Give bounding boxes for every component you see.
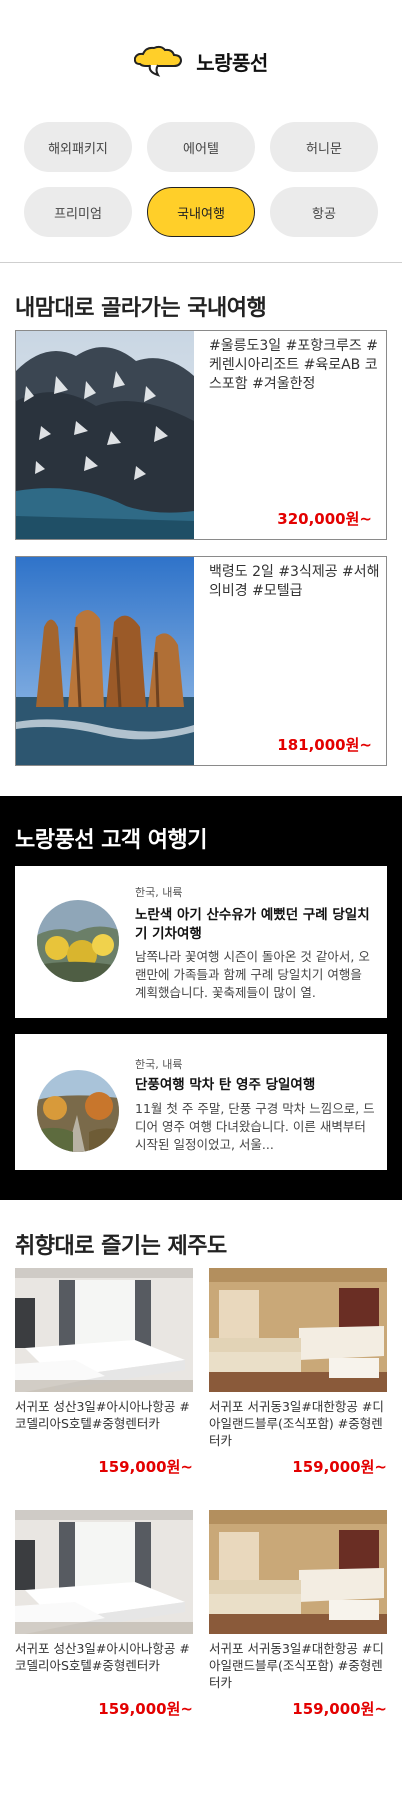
category-flight[interactable]: 항공 xyxy=(270,187,378,237)
review-region: 한국, 내륙 xyxy=(135,886,183,899)
category-honeymoon[interactable]: 허니문 xyxy=(270,122,378,172)
domestic-product-card[interactable]: 백령도 2일 #3식제공 #서해의비경 #모텔급 181,000원~ xyxy=(15,556,387,766)
product-price: 159,000원~ xyxy=(292,1700,387,1718)
product-price: 159,000원~ xyxy=(292,1458,387,1476)
review-card[interactable]: 한국, 내륙 단풍여행 막차 탄 영주 당일여행 11월 첫 주 주말, 단풍 … xyxy=(15,1034,387,1170)
review-excerpt: 남쪽나라 꽃여행 시즌이 돌아온 것 같아서, 오랜만에 가족들과 함께 구례 … xyxy=(135,949,370,1000)
domestic-section-title: 내맘대로 골라가는 국내여행 xyxy=(15,296,267,321)
ulleungdo-photo xyxy=(16,331,194,539)
jeju-product-card[interactable]: 서귀포 성산3일#아시아나항공 #코델리아S호텔#중형렌터카 159,000원~ xyxy=(15,1510,193,1740)
product-description: 서귀포 성산3일#아시아나항공 #코델리아S호텔#중형렌터카 xyxy=(15,1641,190,1673)
product-price: 181,000원~ xyxy=(277,736,372,754)
product-price: 159,000원~ xyxy=(98,1700,193,1718)
product-tags: #울릉도3일 #포항크루즈 #케렌시아리조트 #육로AB 코스포함 #겨울한정 xyxy=(209,338,378,392)
review-section-title: 노랑풍선 고객 여행기 xyxy=(15,828,207,853)
product-description: 서귀포 서귀동3일#대한항공 #디아일랜드블루(조식포함) #중형렌터카 xyxy=(209,1399,384,1448)
category-domestic[interactable]: 국내여행 xyxy=(147,187,255,237)
jeju-product-card[interactable]: 서귀포 성산3일#아시아나항공 #코델리아S호텔#중형렌터카 159,000원~ xyxy=(15,1268,193,1498)
review-region: 한국, 내륙 xyxy=(135,1058,183,1071)
hotel-room-photo xyxy=(15,1510,193,1634)
header: 노랑풍선 xyxy=(0,0,402,118)
review-thumbnail xyxy=(37,1070,119,1152)
brand-name: 노랑풍선 xyxy=(196,50,268,75)
product-description: 서귀포 서귀동3일#대한항공 #디아일랜드블루(조식포함) #중형렌터카 xyxy=(209,1641,384,1690)
domestic-product-card[interactable]: #울릉도3일 #포항크루즈 #케렌시아리조트 #육로AB 코스포함 #겨울한정 … xyxy=(15,330,387,540)
product-price: 159,000원~ xyxy=(98,1458,193,1476)
logo[interactable]: 노랑풍선 xyxy=(0,44,402,78)
review-headline: 단풍여행 막차 탄 영주 당일여행 xyxy=(135,1077,316,1093)
review-excerpt: 11월 첫 주 주말, 단풍 구경 막차 느낌으로, 드디어 영주 여행 다녀왔… xyxy=(135,1101,375,1152)
baengnyeongdo-photo xyxy=(16,557,194,765)
jeju-section-title: 취향대로 즐기는 제주도 xyxy=(15,1234,227,1259)
product-price: 320,000원~ xyxy=(277,510,372,528)
jeju-product-card[interactable]: 서귀포 서귀동3일#대한항공 #디아일랜드블루(조식포함) #중형렌터카 159… xyxy=(209,1510,387,1740)
category-premium[interactable]: 프리미엄 xyxy=(24,187,132,237)
balloon-logo-icon xyxy=(134,45,183,77)
category-overseas-package[interactable]: 해외패키지 xyxy=(24,122,132,172)
hotel-room-photo xyxy=(209,1268,387,1392)
review-card[interactable]: 한국, 내륙 노란색 아기 산수유가 예뻤던 구례 당일치기 기차여행 남쪽나라… xyxy=(15,866,387,1018)
category-airtel[interactable]: 에어텔 xyxy=(147,122,255,172)
jeju-product-card[interactable]: 서귀포 서귀동3일#대한항공 #디아일랜드블루(조식포함) #중형렌터카 159… xyxy=(209,1268,387,1498)
product-tags: 백령도 2일 #3식제공 #서해의비경 #모텔급 xyxy=(209,564,380,599)
review-thumbnail xyxy=(37,900,119,982)
divider xyxy=(0,262,402,263)
hotel-room-photo xyxy=(209,1510,387,1634)
category-nav: 해외패키지 에어텔 허니문 프리미엄 국내여행 항공 xyxy=(24,122,378,237)
product-description: 서귀포 성산3일#아시아나항공 #코델리아S호텔#중형렌터카 xyxy=(15,1399,190,1431)
hotel-room-photo xyxy=(15,1268,193,1392)
review-headline: 노란색 아기 산수유가 예뻤던 구례 당일치기 기차여행 xyxy=(135,907,370,942)
